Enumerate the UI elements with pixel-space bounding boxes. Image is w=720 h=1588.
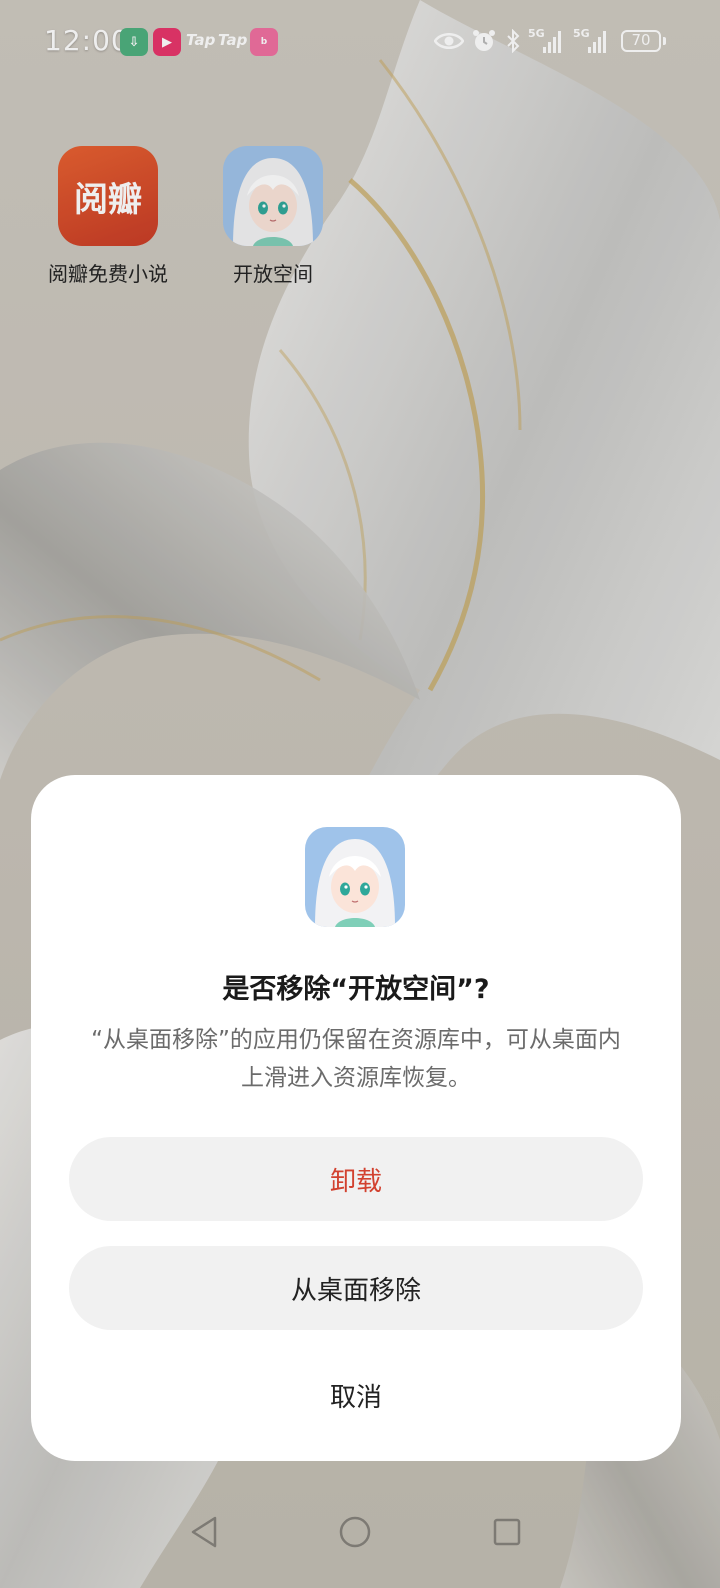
remove-app-dialog: 是否移除“开放空间”? “从桌面移除”的应用仍保留在资源库中，可从桌面内上滑进入… [31,775,681,1461]
cancel-button[interactable]: 取消 [69,1353,643,1437]
uninstall-button[interactable]: 卸载 [69,1137,643,1221]
dialog-title: 是否移除“开放空间”? [222,974,490,1005]
remove-from-desktop-button[interactable]: 从桌面移除 [69,1246,643,1330]
back-icon[interactable] [184,1512,224,1552]
dialog-message: “从桌面移除”的应用仍保留在资源库中，可从桌面内上滑进入资源库恢复。 [91,1027,621,1091]
anime-girl-app-icon [305,827,405,927]
recents-icon[interactable] [487,1512,527,1552]
home-icon[interactable] [335,1512,375,1552]
navigation-bar [0,1490,720,1588]
